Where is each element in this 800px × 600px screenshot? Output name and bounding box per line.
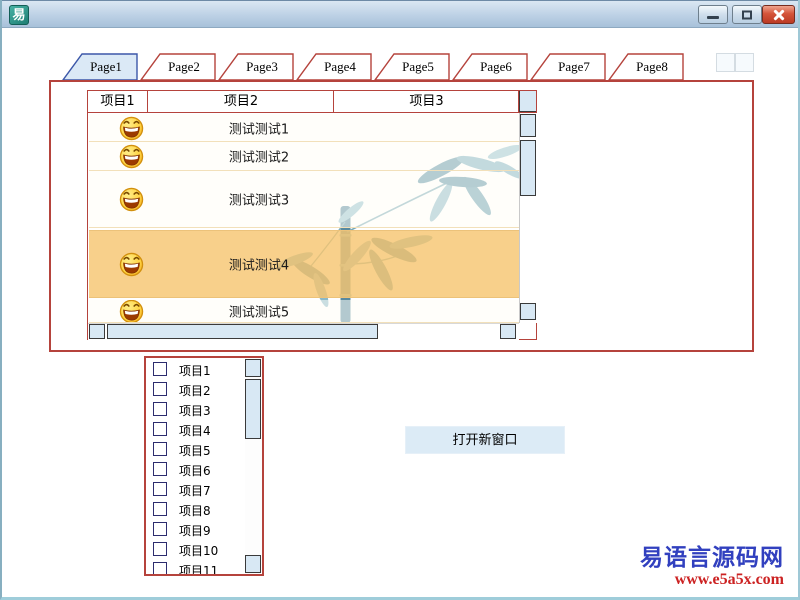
close-icon: [772, 8, 785, 21]
vertical-scrollbar[interactable]: [519, 113, 537, 323]
tab-label: Page8: [624, 59, 680, 75]
tab-page4[interactable]: Page4: [296, 53, 372, 81]
listview-header: 项目1 项目2 项目3: [88, 91, 536, 113]
checkbox[interactable]: [153, 422, 167, 436]
maximize-button[interactable]: [732, 5, 762, 24]
row-label: 测试测试3: [144, 190, 374, 209]
checkbox[interactable]: [153, 482, 167, 496]
watermark-url: www.e5a5x.com: [614, 571, 784, 589]
minimize-button[interactable]: [698, 5, 728, 24]
checkbox[interactable]: [153, 462, 167, 476]
checkbox[interactable]: [153, 562, 167, 576]
minimize-icon: [707, 16, 719, 19]
checklist-label: 项目7: [179, 482, 211, 499]
vertical-scroll-thumb[interactable]: [520, 140, 536, 196]
checkbox[interactable]: [153, 542, 167, 556]
tab-page3[interactable]: Page3: [218, 53, 294, 81]
column-header-3[interactable]: 项目3: [335, 91, 519, 112]
grin-emoji-icon: [119, 144, 144, 169]
column-header-2[interactable]: 项目2: [149, 91, 334, 112]
tab-page6[interactable]: Page6: [452, 53, 528, 81]
horizontal-scrollbar[interactable]: [88, 323, 519, 340]
column-header-1[interactable]: 项目1: [88, 91, 148, 112]
checkbox[interactable]: [153, 362, 167, 376]
checklist-scrollbar[interactable]: [245, 358, 262, 574]
app-window: 易 Page1 Page2 Page3 Page4 Page5 Page6 Pa…: [0, 0, 800, 600]
row-label: 测试测试4: [144, 255, 374, 274]
open-new-window-button[interactable]: 打开新窗口: [405, 426, 565, 454]
checklist-item[interactable]: 项目6: [146, 460, 244, 480]
checklist-scroll-down-button[interactable]: [245, 555, 261, 573]
checklist-scroll-thumb[interactable]: [245, 379, 261, 439]
checklist-label: 项目3: [179, 402, 211, 419]
tab-label: Page1: [78, 59, 134, 75]
checklist-label: 项目1: [179, 362, 211, 379]
tab-page5[interactable]: Page5: [374, 53, 450, 81]
checklist-item[interactable]: 项目11: [146, 560, 244, 576]
checklist-label: 项目11: [179, 562, 218, 576]
header-corner: [519, 91, 536, 112]
listview-row[interactable]: 测试测试1: [89, 114, 519, 142]
checklist-item[interactable]: 项目1: [146, 360, 244, 380]
checklist-label: 项目4: [179, 422, 211, 439]
tab-label: Page2: [156, 59, 212, 75]
app-icon: 易: [9, 5, 29, 25]
watermark: 易语言源码网 www.e5a5x.com: [614, 545, 784, 589]
listview-row-selected[interactable]: 测试测试4: [89, 230, 519, 298]
horizontal-scroll-thumb[interactable]: [107, 324, 378, 339]
row-label: 测试测试1: [144, 118, 374, 137]
row-label: 测试测试5: [144, 302, 374, 321]
tab-label: Page5: [390, 59, 446, 75]
checklist-scroll-up-button[interactable]: [245, 359, 261, 377]
checklist-item[interactable]: 项目7: [146, 480, 244, 500]
checklist-label: 项目2: [179, 382, 211, 399]
close-button[interactable]: [762, 5, 795, 24]
checklist-item[interactable]: 项目2: [146, 380, 244, 400]
maximize-icon: [742, 10, 752, 19]
checklist-label: 项目8: [179, 502, 211, 519]
checkbox[interactable]: [153, 382, 167, 396]
tab-label: Page7: [546, 59, 602, 75]
tab-scroll-left-button[interactable]: [716, 53, 735, 72]
tab-label: Page6: [468, 59, 524, 75]
checklist: 项目1 项目2 项目3 项目4 项目5 项目6 项目7 项目8 项目9 项目10…: [144, 356, 264, 576]
tab-page8[interactable]: Page8: [608, 53, 684, 81]
grin-emoji-icon: [119, 187, 144, 212]
checkbox[interactable]: [153, 522, 167, 536]
tab-page-panel: 测试测试1 测试测试2 测试测试3 测试测试4 测试测试5 项目1 项目2: [49, 80, 754, 352]
tab-page7[interactable]: Page7: [530, 53, 606, 81]
watermark-site: 易语言源码网: [614, 545, 784, 571]
grin-emoji-icon: [119, 252, 144, 277]
scroll-left-button[interactable]: [89, 324, 105, 339]
checklist-item[interactable]: 项目10: [146, 540, 244, 560]
grin-emoji-icon: [119, 300, 144, 323]
checkbox[interactable]: [153, 502, 167, 516]
checklist-item[interactable]: 项目3: [146, 400, 244, 420]
checklist-item[interactable]: 项目4: [146, 420, 244, 440]
listview-row[interactable]: 测试测试3: [89, 171, 519, 228]
checklist-item[interactable]: 项目9: [146, 520, 244, 540]
listview-row[interactable]: 测试测试5: [89, 300, 519, 323]
scroll-up-button[interactable]: [520, 114, 536, 137]
scroll-right-button[interactable]: [500, 324, 516, 339]
scroll-down-button[interactable]: [520, 303, 536, 320]
checklist-label: 项目5: [179, 442, 211, 459]
tab-page2[interactable]: Page2: [140, 53, 216, 81]
tab-label: Page3: [234, 59, 290, 75]
checklist-label: 项目10: [179, 542, 218, 559]
titlebar[interactable]: 易: [2, 0, 798, 28]
checkbox[interactable]: [153, 442, 167, 456]
checkbox[interactable]: [153, 402, 167, 416]
listview: 测试测试1 测试测试2 测试测试3 测试测试4 测试测试5 项目1 项目2: [87, 90, 537, 340]
row-label: 测试测试2: [144, 147, 374, 166]
checklist-label: 项目9: [179, 522, 211, 539]
checklist-label: 项目6: [179, 462, 211, 479]
tab-page1[interactable]: Page1: [62, 53, 138, 81]
tab-label: Page4: [312, 59, 368, 75]
listview-row[interactable]: 测试测试2: [89, 142, 519, 171]
grin-emoji-icon: [119, 115, 144, 140]
tab-scroll-right-button[interactable]: [735, 53, 754, 72]
checklist-item[interactable]: 项目5: [146, 440, 244, 460]
checklist-item[interactable]: 项目8: [146, 500, 244, 520]
